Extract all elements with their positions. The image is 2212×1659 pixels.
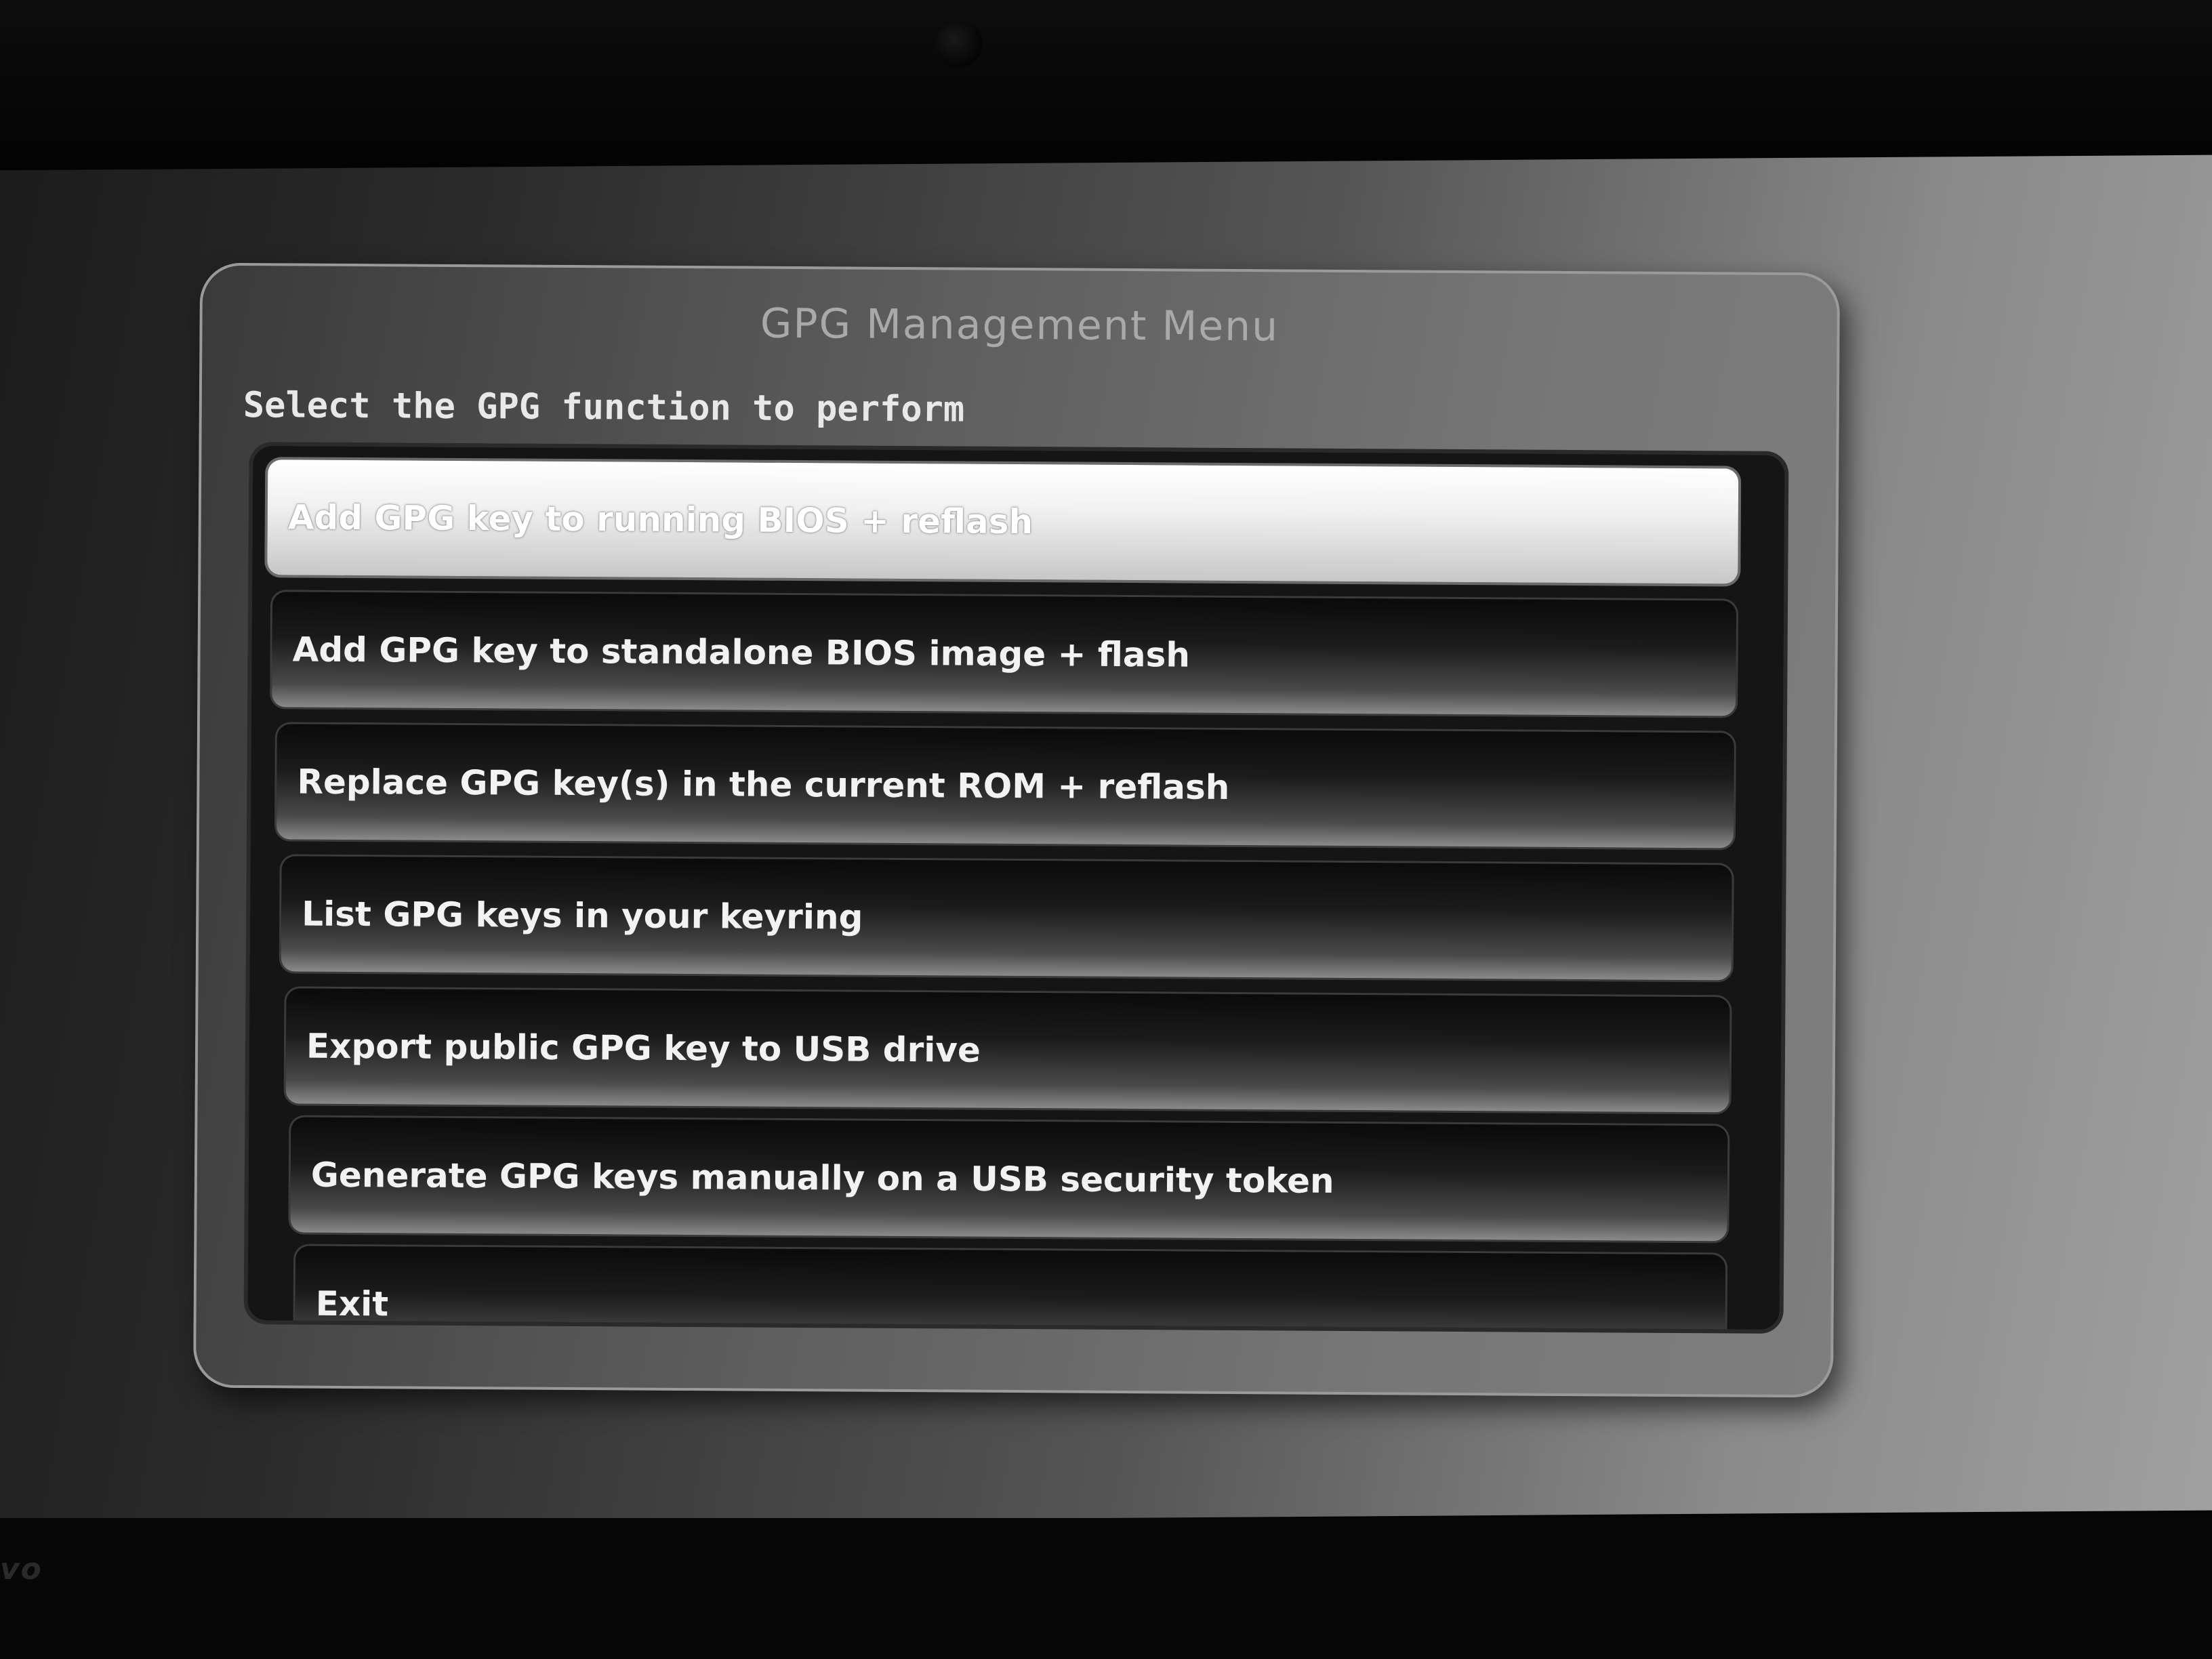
menu-list: Add GPG key to running BIOS + reflash Ad…	[247, 446, 1785, 1330]
brand-logo: vo	[0, 1552, 43, 1586]
laptop-bezel-bottom	[0, 1518, 2212, 1659]
menu-item-add-key-standalone-bios[interactable]: Add GPG key to standalone BIOS image + f…	[272, 592, 1737, 716]
menu-item-generate-keys-token[interactable]: Generate GPG keys manually on a USB secu…	[290, 1117, 1728, 1242]
laptop-bezel-top	[0, 0, 2212, 169]
menu-item-export-public-key[interactable]: Export public GPG key to USB drive	[285, 988, 1730, 1113]
webcam	[935, 20, 983, 68]
dialog-prompt: Select the GPG function to perform	[243, 385, 965, 430]
menu-item-list-keys[interactable]: List GPG keys in your keyring	[281, 856, 1732, 981]
menu-item-add-key-running-bios[interactable]: Add GPG key to running BIOS + reflash	[267, 459, 1739, 584]
menu-item-replace-keys-rom[interactable]: Replace GPG key(s) in the current ROM + …	[276, 724, 1734, 848]
menu-item-exit[interactable]: Exit	[295, 1246, 1726, 1330]
gpg-management-dialog: GPG Management Menu Select the GPG funct…	[192, 262, 1841, 1398]
dialog-title: GPG Management Menu	[760, 300, 1279, 351]
